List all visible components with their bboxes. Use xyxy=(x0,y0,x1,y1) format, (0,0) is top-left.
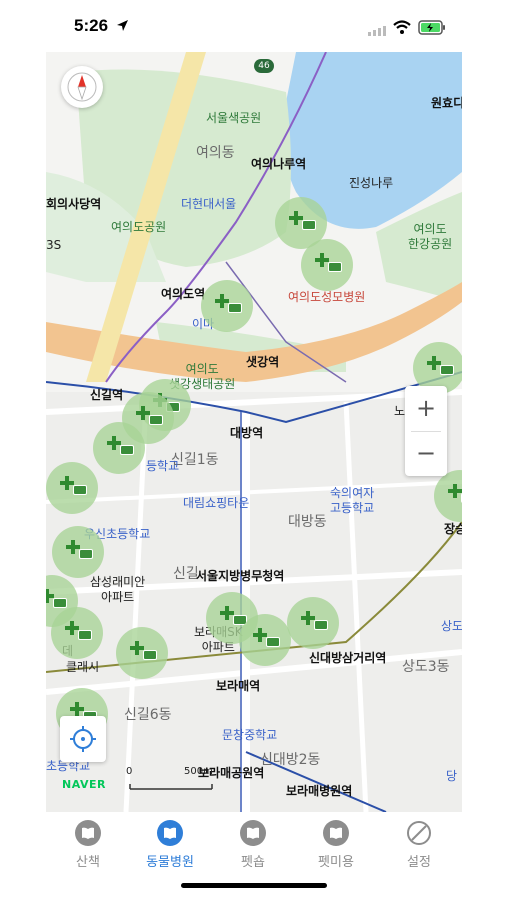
tab-label: 펫숍 xyxy=(241,855,265,870)
hospital-marker[interactable] xyxy=(93,422,145,474)
scale-bar xyxy=(129,784,213,790)
compass-button[interactable] xyxy=(61,66,103,108)
map-label: 여의동 xyxy=(196,145,235,161)
home-indicator xyxy=(181,883,327,888)
map-label: 상도 xyxy=(441,619,462,633)
map-label: 클래시 xyxy=(66,660,100,674)
map-label: 상도3동 xyxy=(402,659,450,675)
zoom-out-button[interactable]: − xyxy=(405,431,447,475)
map-label: 노 xyxy=(394,404,406,418)
map-label: 대방역 xyxy=(230,426,264,440)
map-label: 신길6동 xyxy=(124,707,172,723)
my-location-button[interactable] xyxy=(60,716,106,762)
map-label: 보라매병원역 xyxy=(286,784,353,798)
tab-walk[interactable]: 산책 xyxy=(53,820,123,870)
map-label: 보라매역 xyxy=(216,679,261,693)
map-scale: 0 500m xyxy=(126,766,216,790)
map-label: 삼성래미안 아파트 xyxy=(90,575,146,604)
book-icon xyxy=(240,820,266,846)
map-label: 진성나루 xyxy=(349,176,394,190)
hospital-marker[interactable] xyxy=(46,462,98,514)
map-label: 더현대서울 xyxy=(181,197,237,211)
map-label: 3S xyxy=(46,238,62,252)
map-label: 여의도역 xyxy=(161,287,206,301)
hospital-marker[interactable] xyxy=(52,526,104,578)
battery-icon xyxy=(418,20,445,35)
hospital-marker[interactable] xyxy=(287,597,339,649)
hospital-marker[interactable] xyxy=(201,280,253,332)
map-label: 대림쇼핑타운 xyxy=(183,496,250,510)
map-label: 여의도공원 xyxy=(111,220,167,234)
tab-label: 산책 xyxy=(76,855,100,870)
map-label: 여의도 한강공원 xyxy=(408,222,453,251)
road-number-sign: 46 xyxy=(254,59,274,73)
map-label: 숙의여자 고등학교 xyxy=(330,486,375,515)
map-view[interactable]: 46 서울색공원 여의동 여의나루역 원효디 진성나루 회의사당역 더현대서울 … xyxy=(46,52,462,812)
status-time: 5:26 xyxy=(74,16,109,35)
naver-logo: NAVER xyxy=(62,778,106,791)
book-icon xyxy=(157,820,183,846)
map-label: 대방동 xyxy=(288,514,327,530)
map-label: 문창중학교 xyxy=(222,728,278,742)
prohibit-icon xyxy=(406,820,432,846)
hospital-marker[interactable] xyxy=(239,614,291,666)
tab-label: 펫미용 xyxy=(318,855,354,870)
map-label: 신길 xyxy=(173,566,199,582)
map-label: 서울지방병무청역 xyxy=(196,569,285,583)
map-label: 원효디 xyxy=(431,96,462,110)
map-label: 신대방삼거리역 xyxy=(309,651,387,665)
tab-label: 설정 xyxy=(407,855,431,870)
map-label: 회의사당역 xyxy=(46,197,102,211)
book-icon xyxy=(323,820,349,846)
scale-zero: 0 xyxy=(126,766,133,777)
map-label: 서울색공원 xyxy=(206,111,262,125)
tab-label: 동물병원 xyxy=(146,855,194,870)
map-label: 당 xyxy=(446,769,458,783)
wifi-icon xyxy=(393,20,411,34)
hospital-marker[interactable] xyxy=(51,607,103,659)
map-label: 등학교 xyxy=(146,459,180,473)
tab-animal-hospital[interactable]: 동물병원 xyxy=(135,820,205,870)
tab-settings[interactable]: 설정 xyxy=(384,820,454,870)
map-label: 여의나루역 xyxy=(251,157,307,171)
compass-icon xyxy=(67,72,97,102)
hospital-marker[interactable] xyxy=(116,627,168,679)
scale-distance: 500m xyxy=(184,766,213,777)
map-label: 신대방2동 xyxy=(260,752,321,768)
map-label: 샛강역 xyxy=(246,355,280,369)
status-bar: 5:26 xyxy=(0,0,507,52)
tab-pet-shop[interactable]: 펫숍 xyxy=(218,820,288,870)
tab-pet-grooming[interactable]: 펫미용 xyxy=(301,820,371,870)
hospital-marker[interactable] xyxy=(301,239,353,291)
crosshair-icon xyxy=(70,726,96,752)
map-label: 신길역 xyxy=(90,388,124,402)
map-label: 장승 xyxy=(444,522,462,536)
zoom-in-button[interactable]: + xyxy=(405,386,447,430)
location-arrow-icon xyxy=(117,20,128,31)
signal-icon xyxy=(368,26,386,36)
book-icon xyxy=(75,820,101,846)
zoom-control: + − xyxy=(405,386,447,476)
